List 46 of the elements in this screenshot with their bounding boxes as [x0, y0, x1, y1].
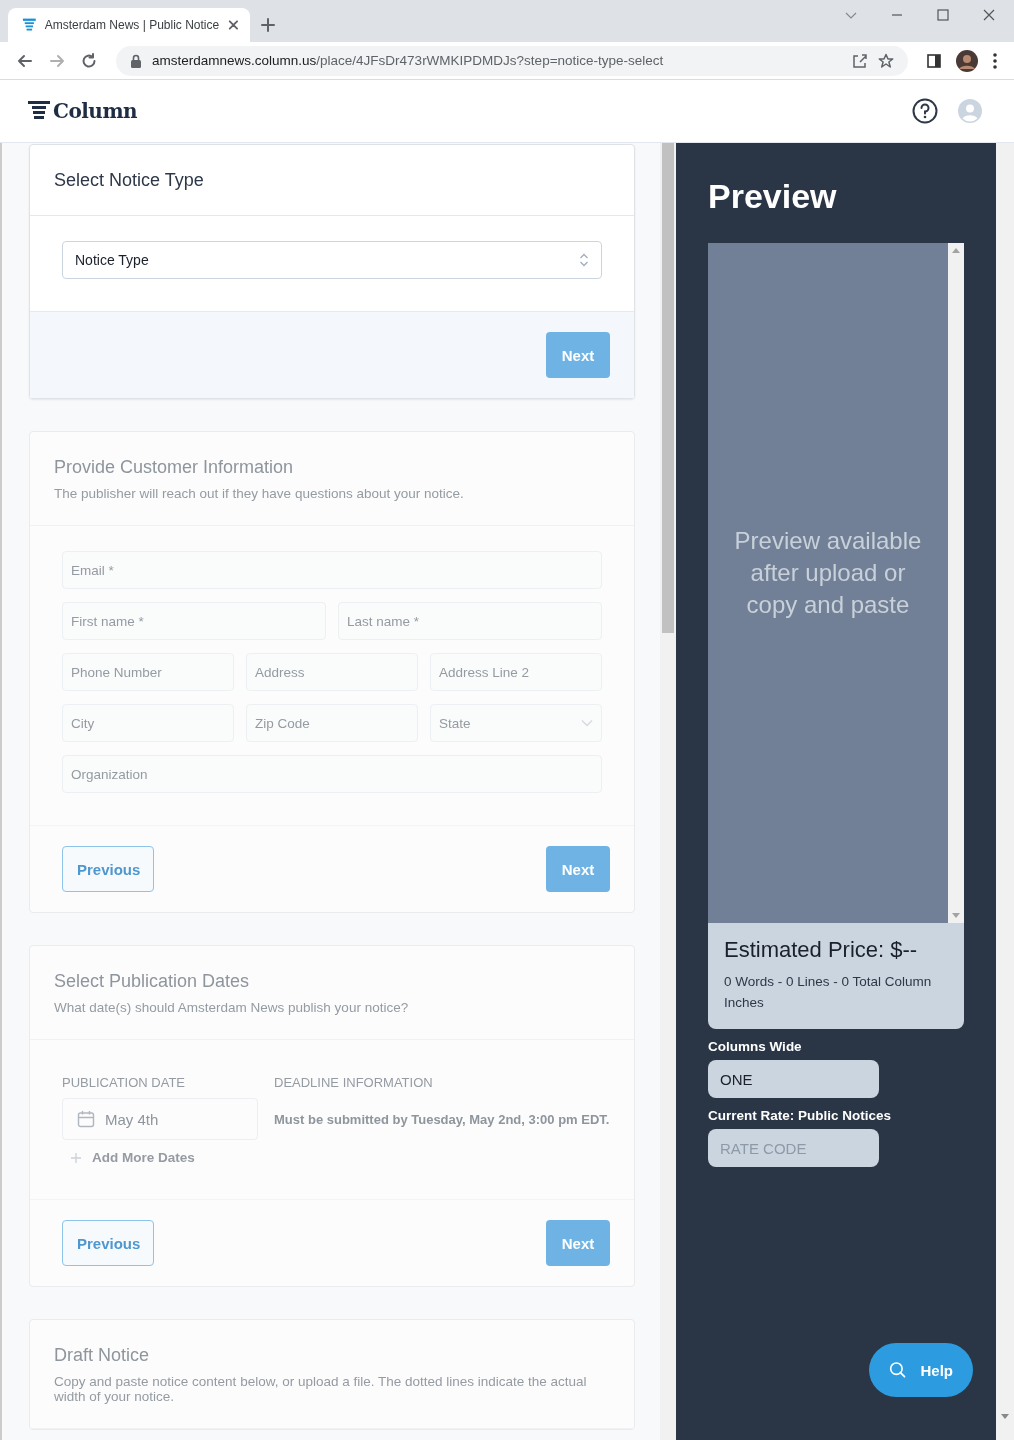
step-title: Select Publication Dates: [54, 971, 251, 992]
step-title: Select Notice Type: [54, 170, 205, 191]
close-icon[interactable]: [227, 18, 240, 32]
calendar-icon: [77, 1110, 95, 1128]
estimated-price: Estimated Price: $--: [724, 937, 919, 963]
star-icon[interactable]: [878, 52, 894, 69]
help-icon[interactable]: [912, 98, 938, 124]
plus-icon[interactable]: [260, 17, 276, 33]
close-icon[interactable]: [982, 8, 996, 22]
preview-title: Preview: [708, 177, 838, 216]
column-label: PUBLICATION DATE: [62, 1075, 187, 1090]
logo-icon: [28, 101, 50, 121]
field-label: Current Rate: Public Notices: [708, 1108, 893, 1123]
url-text: amsterdamnews.column.us/place/4JFsDr473rWMKIPDMDJs?step=notice-type-select: [152, 53, 664, 68]
lock-icon: [130, 53, 142, 68]
updown-chevron-icon: [579, 252, 589, 268]
more-menu-icon[interactable]: [992, 51, 998, 70]
help-button[interactable]: Help: [869, 1343, 973, 1397]
share-icon[interactable]: [852, 52, 868, 69]
maximize-icon[interactable]: [936, 8, 950, 22]
deadline-text: Must be submitted by Tuesday, May 2nd, 3:00 pm EDT.: [274, 1111, 610, 1127]
rate-code-field[interactable]: RATE CODE: [708, 1129, 879, 1167]
stacked-bars-icon: [22, 17, 37, 33]
tab-title: Amsterdam News | Public Notice: [44, 18, 220, 32]
notice-type-select[interactable]: Notice Type: [62, 241, 602, 279]
avatar-icon[interactable]: [956, 49, 978, 72]
address-field[interactable]: amsterdamnews.column.us/place/4JFsDr473rWMKIPDMDJs?step=notice-type-select: [116, 45, 908, 76]
down-arrow-icon[interactable]: [1001, 1414, 1009, 1420]
step-title: Draft Notice: [54, 1345, 151, 1366]
step-subtitle: The publisher will reach out if they have questions about your notice.: [54, 486, 465, 501]
step-subtitle: Copy and paste notice content below, or upload a file. The dotted lines indicate the actual width of your notice.: [54, 1374, 588, 1404]
step-title: Provide Customer Information: [54, 457, 295, 478]
reload-icon[interactable]: [80, 51, 98, 70]
notice-stats: 0 Words - 0 Lines - 0 Total Column Inches: [724, 973, 933, 1012]
browser-tab[interactable]: Amsterdam News | Public Notice: [8, 8, 250, 42]
chevron-down-icon: [581, 719, 593, 727]
step-subtitle: What date(s) should Amsterdam News publish your notice?: [54, 1000, 410, 1015]
down-arrow-icon[interactable]: [952, 913, 960, 919]
plus-icon: [70, 1151, 82, 1164]
sidebar-icon[interactable]: [926, 52, 942, 69]
logo-text: Column: [53, 99, 138, 123]
up-arrow-icon[interactable]: [952, 247, 960, 253]
columns-select[interactable]: ONE: [708, 1060, 879, 1098]
field-label: Columns Wide: [708, 1039, 803, 1054]
column-label: DEADLINE INFORMATION: [274, 1075, 434, 1090]
preview-message: Preview available after upload or copy and paste: [733, 526, 923, 620]
